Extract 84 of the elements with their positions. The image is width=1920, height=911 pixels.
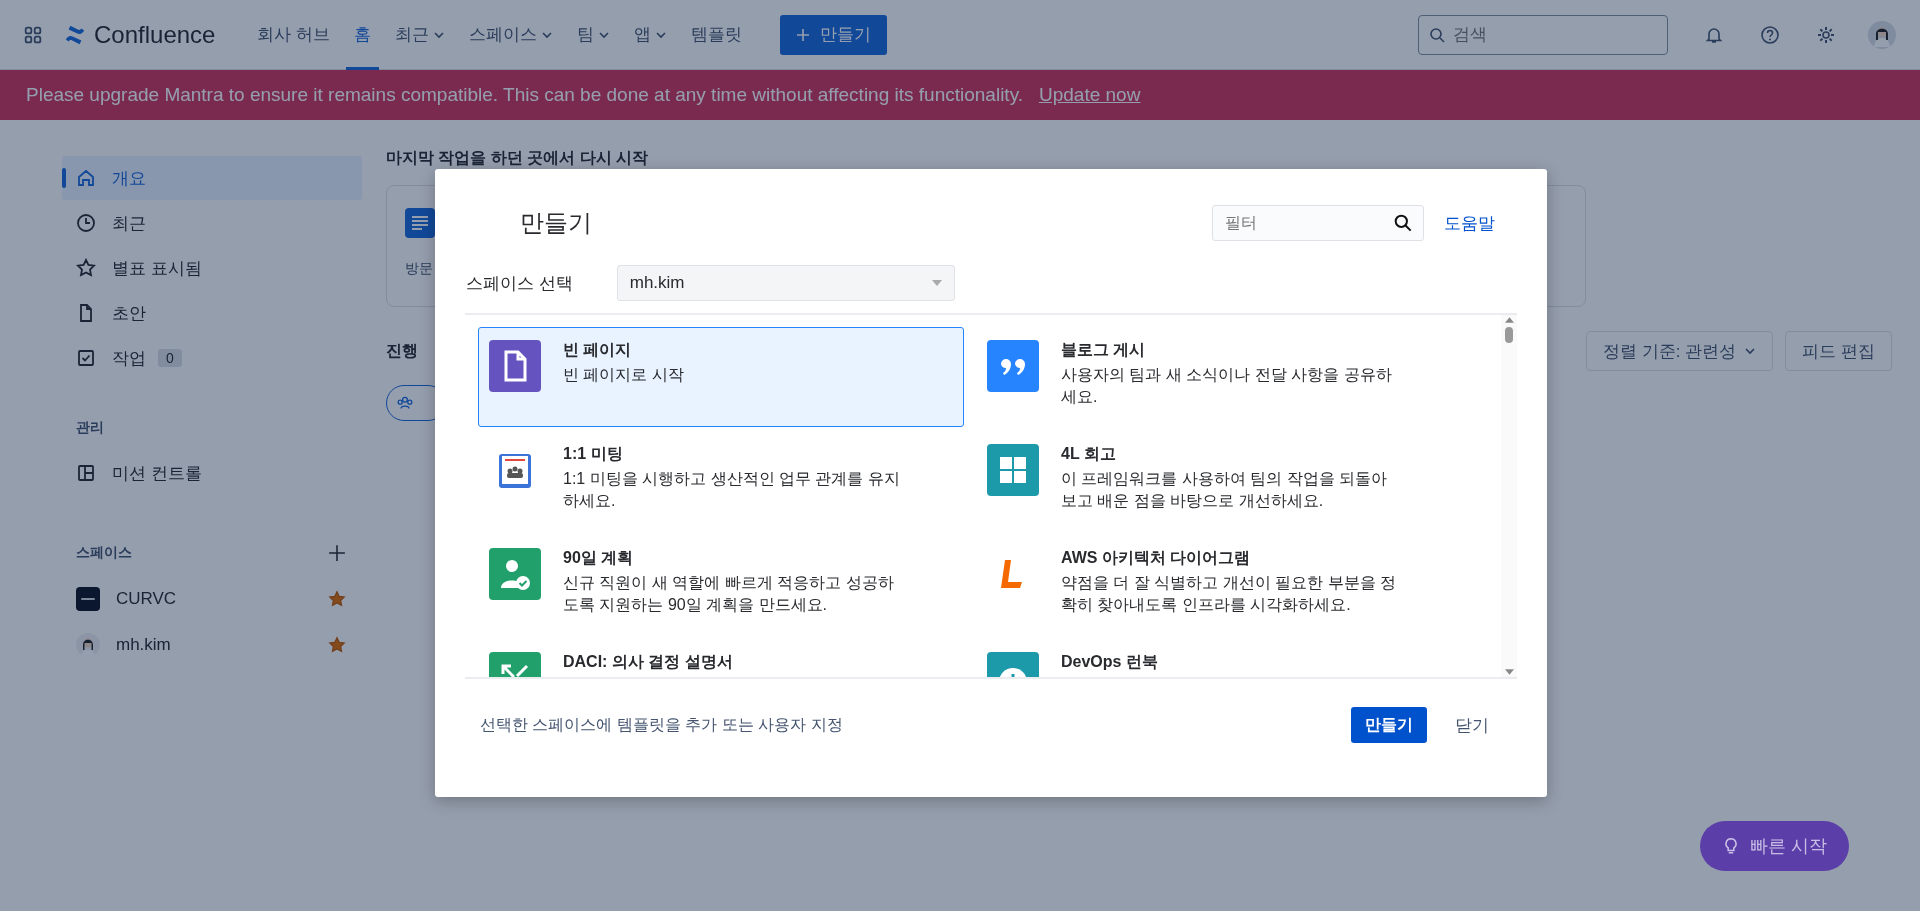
template-item[interactable]: 빈 페이지 빈 페이지로 시작 (478, 327, 964, 427)
template-title: 블로그 게시 (1061, 340, 1147, 360)
section-heading: 스페이스 (76, 544, 132, 562)
template-description: 약점을 더 잘 식별하고 개선이 필요한 부분을 정확히 찾아내도록 인프라를 시각화하세요. (1061, 573, 1398, 615)
search-icon (1429, 26, 1445, 43)
template-item[interactable]: 4L 회고 이 프레임워크를 사용하여 팀의 작업을 되돌아보고 배운 점을 바탕으로 개선하세요. (976, 431, 1462, 531)
section-title: 진행 (386, 340, 418, 361)
section-heading: 관리 (75, 418, 105, 437)
template-title: 1:1 미팅 (563, 444, 624, 464)
clock-icon (76, 213, 96, 233)
card-caption: 방문 (405, 260, 433, 278)
create-button[interactable]: 만들기 (1351, 707, 1427, 743)
sidebar-item[interactable]: 작업 0 (62, 336, 362, 380)
template-title: 빈 페이지 (563, 340, 633, 360)
edit-feed-button[interactable]: 피드 편집 (1785, 331, 1892, 371)
sidebar-item[interactable]: 개요 (62, 156, 362, 200)
template-description: 이 프레임워크를 사용하여 팀의 작업을 되돌아보고 배운 점을 바탕으로 개선하세요. (1061, 469, 1389, 511)
add-space-icon[interactable] (328, 544, 346, 562)
space-avatar-icon (76, 633, 100, 657)
update-link[interactable]: Update now (1039, 84, 1141, 106)
banner-message: Please upgrade Mantra to ensure it remains compatible. This can be done at any time without affecting its functionality. (26, 84, 1023, 106)
star-icon (76, 258, 96, 278)
space-select-label: 스페이스 선택 (466, 272, 573, 295)
template-title: DevOps 런북 (1061, 652, 1158, 672)
space-logo-icon (76, 587, 100, 611)
close-button[interactable]: 닫기 (1449, 713, 1495, 737)
dialog-title: 만들기 (520, 208, 593, 238)
task-icon (76, 348, 96, 368)
template-description: 빈 페이지로 시작 (563, 365, 685, 385)
sidebar-item[interactable]: 별표 표시됨 (62, 246, 362, 290)
template-item[interactable]: DevOps 런북 (976, 639, 1462, 677)
sidebar-item[interactable]: 최근 (62, 201, 362, 245)
template-title: 4L 회고 (1061, 444, 1117, 464)
confluence-logo-icon (64, 23, 86, 46)
star-icon[interactable] (328, 636, 346, 654)
plus-icon (796, 27, 811, 42)
search-icon (1394, 214, 1412, 232)
app-name[interactable]: Confluence (94, 20, 216, 49)
template-item[interactable]: 블로그 게시 사용자의 팀과 새 소식이나 전달 사항을 공유하세요. (976, 327, 1462, 427)
app-switcher-icon[interactable] (24, 25, 42, 44)
customize-templates-link[interactable]: 선택한 스페이스에 템플릿을 추가 또는 사용자 지정 (480, 714, 843, 736)
scrollbar[interactable] (1501, 315, 1517, 677)
nav-tab[interactable]: 최근 (387, 0, 454, 70)
template-description: 1:1 미팅을 시행하고 생산적인 업무 관계를 유지하세요. (563, 469, 901, 511)
space-link[interactable]: mh.kim (116, 635, 312, 655)
scroll-thumb[interactable] (1505, 327, 1513, 343)
template-item[interactable]: 1:1 미팅 1:1 미팅을 시행하고 생산적인 업무 관계를 유지하세요. (478, 431, 964, 531)
help-icon[interactable] (1760, 24, 1780, 45)
template-item[interactable]: DACI: 의사 결정 설명서 (478, 639, 964, 677)
filter-field[interactable]: 필터 (1212, 205, 1424, 241)
home-icon (76, 168, 96, 188)
section-title: 마지막 작업을 하던 곳에서 다시 시작 (386, 148, 650, 168)
lightbulb-icon (1722, 837, 1740, 855)
dropdown-arrow-icon (931, 280, 942, 286)
template-title: DACI: 의사 결정 설명서 (563, 652, 733, 672)
sidebar-item[interactable]: 초안 (62, 291, 362, 335)
quick-start-button[interactable]: 빠른 시작 (1700, 821, 1849, 871)
template-description: 사용자의 팀과 새 소식이나 전달 사항을 공유하세요. (1061, 365, 1393, 407)
help-link[interactable]: 도움말 (1444, 211, 1495, 235)
nav-tab[interactable]: 회사 허브 (249, 0, 339, 70)
space-link[interactable]: CURVC (116, 589, 312, 609)
create-button[interactable]: 만들기 (780, 14, 888, 55)
template-item[interactable]: 90일 계획 신규 직원이 새 역할에 빠르게 적응하고 성공하도록 지원하는 90일 계획을 만드세요. (478, 535, 964, 635)
people-icon (397, 395, 413, 411)
settings-icon[interactable] (1816, 24, 1836, 45)
template-title: 90일 계획 (563, 548, 635, 568)
sort-button[interactable]: 정렬 기준: 관련성 (1586, 331, 1774, 371)
search-field[interactable]: 검색 (1418, 14, 1668, 55)
nav-tab[interactable]: 스페이스 (461, 0, 562, 70)
star-icon[interactable] (328, 590, 346, 608)
template-title: AWS 아키텍처 다이어그램 (1061, 548, 1252, 568)
template-item[interactable]: AWS 아키텍처 다이어그램 약점을 더 잘 식별하고 개선이 필요한 부분을 정확히 찾아내도록 인프라를 시각화하세요. (976, 535, 1462, 635)
space-select[interactable]: mh.kim (616, 265, 955, 301)
nav-tab[interactable]: 앱 (626, 0, 676, 70)
template-description: 신규 직원이 새 역할에 빠르게 적응하고 성공하도록 지원하는 90일 계획을 만드세요. (563, 573, 895, 615)
scroll-down-icon[interactable] (1504, 669, 1514, 675)
panel-icon (76, 463, 96, 483)
task-count: 0 (158, 349, 182, 367)
chevron-down-icon (1744, 345, 1757, 357)
nav-tab[interactable]: 팀 (569, 0, 619, 70)
avatar-icon[interactable] (1868, 20, 1896, 49)
nav-tab[interactable]: 템플릿 (683, 0, 751, 70)
sidebar-item[interactable]: 미션 컨트롤 (62, 451, 362, 495)
scroll-up-icon[interactable] (1504, 317, 1514, 323)
